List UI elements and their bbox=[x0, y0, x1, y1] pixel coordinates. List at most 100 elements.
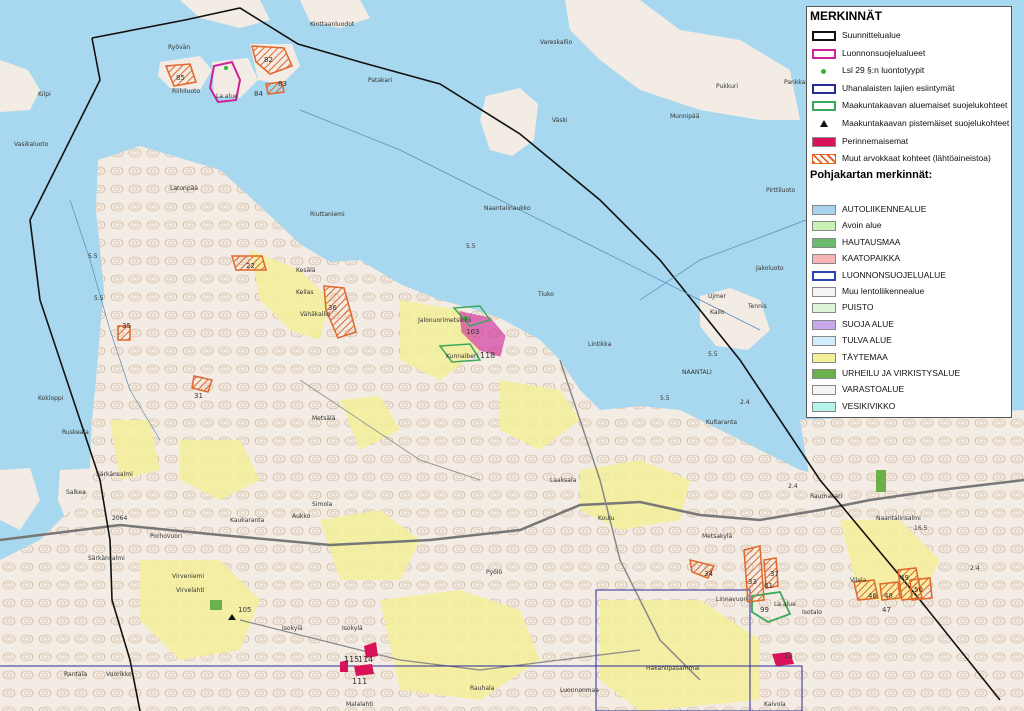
legend-swatch bbox=[812, 136, 836, 147]
legend-label: PUISTO bbox=[842, 302, 874, 313]
legend-row: VESIKIVIKKO bbox=[810, 400, 1010, 414]
svg-text:NAANTALI: NAANTALI bbox=[682, 369, 712, 376]
svg-text:5.5: 5.5 bbox=[88, 253, 98, 260]
svg-text:118: 118 bbox=[480, 351, 495, 360]
svg-text:Isokylä: Isokylä bbox=[282, 625, 303, 632]
svg-text:61: 61 bbox=[764, 582, 773, 590]
svg-text:Vuorikko: Vuorikko bbox=[106, 671, 132, 678]
legend-row: Maakuntakaavan aluemaiset suojelukohteet bbox=[810, 99, 1010, 113]
svg-text:Kunnalberi: Kunnalberi bbox=[446, 353, 478, 360]
svg-text:Patakari: Patakari bbox=[368, 77, 393, 84]
svg-text:Kailo: Kailo bbox=[710, 309, 725, 316]
legend-label: Perinnemaisemat bbox=[842, 135, 909, 146]
legend-swatch bbox=[812, 254, 836, 265]
svg-text:5.5: 5.5 bbox=[466, 243, 476, 250]
svg-text:Luonnonmaa: Luonnonmaa bbox=[560, 687, 599, 694]
legend-row: AUTOLIIKENNEALUE bbox=[810, 203, 1010, 217]
legend-label: VARASTOALUE bbox=[842, 384, 905, 395]
svg-text:Kilpi: Kilpi bbox=[38, 91, 51, 98]
svg-text:Särkänsalmi: Särkänsalmi bbox=[88, 555, 125, 562]
svg-text:Keilas: Keilas bbox=[296, 289, 313, 296]
legend-swatch bbox=[812, 319, 836, 330]
svg-text:22: 22 bbox=[246, 262, 255, 270]
svg-text:5.5: 5.5 bbox=[94, 295, 104, 302]
legend-label: Avoin alue bbox=[842, 220, 882, 231]
legend-row: SUOJA ALUE bbox=[810, 318, 1010, 332]
svg-text:Pyölö: Pyölö bbox=[486, 569, 503, 576]
svg-text:Riuttaniemi: Riuttaniemi bbox=[310, 211, 345, 218]
svg-text:Ryövän: Ryövän bbox=[168, 44, 190, 51]
legend-swatch bbox=[812, 83, 836, 94]
svg-text:Jalonuorimetsikkö: Jalonuorimetsikkö bbox=[417, 317, 472, 324]
svg-text:31: 31 bbox=[194, 392, 203, 400]
svg-text:Kokloppi: Kokloppi bbox=[38, 395, 64, 402]
legend-swatch bbox=[812, 336, 836, 347]
svg-text:Kultaranta: Kultaranta bbox=[706, 419, 737, 426]
svg-text:Naantalinsalmi: Naantalinsalmi bbox=[876, 515, 921, 522]
svg-text:48: 48 bbox=[884, 592, 893, 600]
legend-label: Luonnonsuojelualueet bbox=[842, 47, 926, 58]
svg-text:36: 36 bbox=[328, 304, 337, 312]
legend-label: Muut arvokkaat kohteet (lähtöaineistoa) bbox=[842, 153, 991, 164]
legend-row: KAATOPAIKKA bbox=[810, 252, 1010, 266]
svg-text:Salkea: Salkea bbox=[66, 489, 86, 496]
legend-title: MERKINNÄT bbox=[810, 9, 882, 23]
svg-text:Vasikaluoto: Vasikaluoto bbox=[14, 141, 49, 148]
svg-text:2.4: 2.4 bbox=[740, 399, 750, 406]
legend-row: Perinnemaisemat bbox=[810, 135, 1010, 149]
svg-text:Rauhala: Rauhala bbox=[470, 685, 495, 692]
legend-row: Maakuntakaavan pistemäiset suojelukohtee… bbox=[810, 117, 1010, 131]
svg-text:Aukko: Aukko bbox=[292, 513, 311, 520]
svg-text:Malalahti: Malalahti bbox=[346, 701, 374, 708]
svg-text:35: 35 bbox=[122, 322, 131, 330]
legend-row: URHEILU JA VIRKISTYSALUE bbox=[810, 367, 1010, 381]
legend-row: HAUTAUSMAA bbox=[810, 236, 1010, 250]
svg-text:34: 34 bbox=[704, 570, 713, 578]
legend-row: Suunnittelualue bbox=[810, 29, 1010, 43]
svg-text:Koulu: Koulu bbox=[598, 515, 615, 522]
svg-text:Riihiluoto: Riihiluoto bbox=[172, 88, 200, 95]
legend-row: Avoin alue bbox=[810, 219, 1010, 233]
svg-text:82: 82 bbox=[264, 56, 273, 64]
map-legend: MERKINNÄT Suunnittelualue Luonnonsuojelua… bbox=[806, 6, 1012, 418]
svg-text:Särkänsalmi: Särkänsalmi bbox=[96, 471, 133, 478]
svg-text:85: 85 bbox=[176, 74, 185, 82]
legend-label: Muu lentoliikennealue bbox=[842, 286, 925, 296]
svg-text:111: 111 bbox=[352, 677, 367, 686]
svg-text:Virveniemi: Virveniemi bbox=[172, 573, 204, 580]
svg-text:Isokylä: Isokylä bbox=[342, 625, 363, 632]
svg-text:La alue: La alue bbox=[774, 601, 796, 608]
svg-text:Pukkuri: Pukkuri bbox=[716, 83, 738, 90]
svg-text:Väski: Väski bbox=[552, 117, 568, 124]
legend-swatch bbox=[812, 237, 836, 248]
legend-swatch bbox=[812, 270, 836, 281]
legend-swatch bbox=[812, 154, 836, 165]
svg-text:Metsälä: Metsälä bbox=[312, 415, 336, 422]
legend-label: URHEILU JA VIRKISTYSALUE bbox=[842, 368, 961, 378]
legend-label: HAUTAUSMAA bbox=[842, 236, 901, 247]
legend-label: LUONNONSUOJELUALUE bbox=[842, 269, 946, 280]
svg-text:2064: 2064 bbox=[112, 515, 127, 522]
svg-text:Kaukaranta: Kaukaranta bbox=[230, 517, 265, 524]
svg-text:Porhovuori: Porhovuori bbox=[150, 533, 182, 540]
legend-label: Suunnittelualue bbox=[842, 30, 901, 40]
svg-text:Vilela: Vilela bbox=[850, 577, 867, 584]
svg-text:5.5: 5.5 bbox=[708, 351, 718, 358]
legend-swatch bbox=[812, 352, 836, 363]
svg-text:Latonpää: Latonpää bbox=[170, 185, 198, 192]
legend-swatch bbox=[812, 385, 836, 396]
legend-swatch bbox=[821, 69, 826, 75]
svg-text:105: 105 bbox=[238, 606, 251, 614]
svg-text:Munnipää: Munnipää bbox=[670, 113, 700, 120]
legend-swatch bbox=[812, 287, 836, 297]
svg-text:16.5: 16.5 bbox=[914, 525, 928, 532]
svg-text:46: 46 bbox=[868, 592, 877, 600]
svg-text:37: 37 bbox=[770, 570, 779, 578]
svg-text:Tiuko: Tiuko bbox=[537, 291, 554, 298]
svg-text:Kaivola: Kaivola bbox=[764, 701, 786, 708]
svg-text:Vähäkallio: Vähäkallio bbox=[300, 311, 331, 318]
svg-text:84: 84 bbox=[254, 90, 263, 98]
svg-text:2.4: 2.4 bbox=[788, 483, 798, 490]
legend-row: Muut arvokkaat kohteet (lähtöaineistoa) bbox=[810, 152, 1010, 166]
legend-label: Maakuntakaavan aluemaiset suojelukohteet bbox=[842, 100, 1008, 111]
